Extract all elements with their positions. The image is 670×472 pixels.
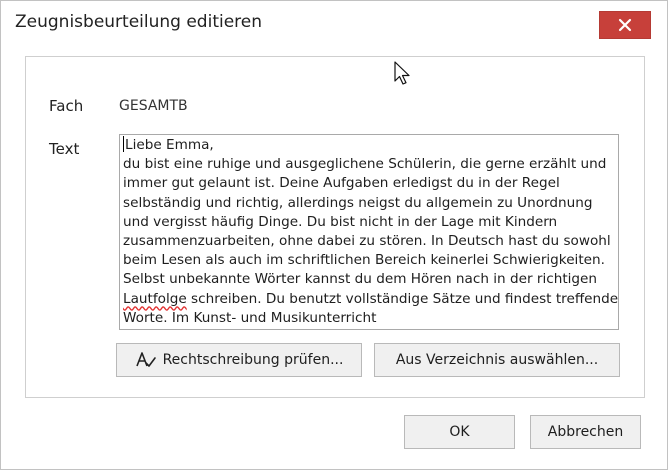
spellcheck-button-label: Rechtschreibung prüfen...: [162, 352, 344, 368]
select-from-directory-label: Aus Verzeichnis auswählen...: [395, 352, 599, 368]
ok-button-label: OK: [449, 424, 470, 440]
fach-label: Fach: [49, 97, 84, 115]
mouse-pointer-icon: [394, 61, 412, 91]
text-greeting: Liebe Emma,: [125, 137, 214, 153]
text-field[interactable]: Liebe Emma, du bist eine ruhige und ausg…: [119, 134, 619, 330]
text-caret: [123, 136, 124, 152]
spellcheck-button[interactable]: Rechtschreibung prüfen...: [116, 343, 362, 377]
close-icon: [618, 18, 632, 32]
ok-button[interactable]: OK: [404, 415, 515, 449]
title-bar[interactable]: Zeugnisbeurteilung editieren: [1, 1, 667, 43]
window-title: Zeugnisbeurteilung editieren: [15, 12, 263, 32]
text-label: Text: [49, 140, 80, 158]
cancel-button-label: Abbrechen: [547, 424, 624, 440]
text-body: du bist eine ruhige und ausgeglichene Sc…: [123, 156, 616, 288]
select-from-directory-button[interactable]: Aus Verzeichnis auswählen...: [374, 343, 620, 377]
dialog-window: Zeugnisbeurteilung editieren Fach GESAMT…: [0, 0, 668, 470]
misspelled-word: Lautfolge: [123, 290, 187, 307]
text-field-content: Liebe Emma, du bist eine ruhige und ausg…: [123, 136, 619, 328]
cancel-button[interactable]: Abbrechen: [530, 415, 641, 449]
close-button[interactable]: [599, 11, 651, 39]
fach-value: GESAMTB: [119, 98, 188, 114]
spellcheck-icon: [135, 351, 157, 369]
text-body-continued: schreiben. Du benutzt vollständige Sätze…: [123, 290, 619, 326]
